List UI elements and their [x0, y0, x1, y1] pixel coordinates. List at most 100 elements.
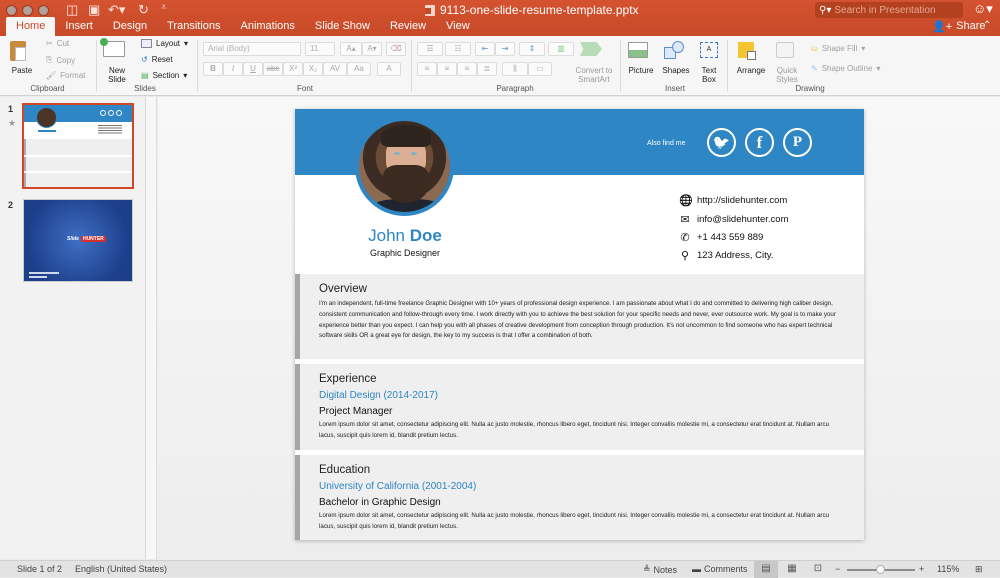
shape-outline-button[interactable]: ✎ Shape Outline ▾ — [811, 64, 880, 73]
zoom-window-button[interactable] — [38, 5, 49, 16]
tab-view[interactable]: View — [436, 17, 480, 36]
comments-button[interactable]: ▬ Comments — [692, 564, 748, 574]
twitter-icon[interactable]: 🐦 — [707, 128, 736, 157]
tab-review[interactable]: Review — [380, 17, 436, 36]
shape-fill-button[interactable]: ⛀ Shape Fill ▾ — [811, 44, 865, 53]
language-indicator[interactable]: English (United States) — [75, 564, 167, 574]
pptx-file-icon — [425, 4, 435, 16]
convert-to-smartart-button[interactable]: Convert to SmartArt — [570, 66, 618, 84]
decrease-indent-button[interactable]: ⇤ — [475, 42, 495, 56]
pinterest-icon[interactable]: P — [783, 128, 812, 157]
slide-thumbnail-1[interactable] — [22, 103, 134, 189]
customize-toolbar-icon[interactable]: ⩡ — [161, 2, 167, 13]
arrange-button[interactable]: Arrange — [733, 66, 769, 75]
email-icon: ✉ — [680, 214, 690, 226]
tab-insert[interactable]: Insert — [55, 17, 103, 36]
superscript-button[interactable]: X² — [283, 62, 303, 76]
cut-button[interactable]: ✂ Cut — [46, 39, 69, 48]
slide-1[interactable]: Also find me 🐦 f P John Doe Graphic Desi… — [295, 109, 864, 540]
paste-button[interactable]: Paste — [8, 66, 36, 75]
font-size-select[interactable]: 11 — [305, 42, 335, 56]
share-button[interactable]: 👤+ Share — [932, 20, 985, 33]
zoom-out-button[interactable]: − — [835, 564, 840, 574]
experience-title: Experience — [319, 373, 377, 385]
columns-icon: ▥ — [557, 44, 565, 53]
character-spacing-button[interactable]: AV — [323, 62, 347, 76]
photo-eye — [394, 152, 400, 155]
thumbnail-number: 2 — [8, 200, 14, 210]
address-text: 123 Address, City. — [697, 250, 774, 261]
text-box-button[interactable]: Text Box — [696, 66, 722, 84]
normal-view-button[interactable]: ▤ — [754, 561, 778, 578]
strikethrough-button[interactable]: abc — [263, 62, 283, 76]
new-slide-button[interactable]: New Slide — [102, 66, 132, 84]
clear-formatting-button[interactable]: ⌫ — [386, 42, 406, 56]
slides-group-label: Slides — [134, 84, 156, 93]
bullets-button[interactable]: ☰ — [417, 42, 443, 56]
sidebar-toggle-icon[interactable]: ◫ — [66, 2, 78, 18]
align-right-button[interactable]: ≡ — [457, 62, 477, 76]
facebook-icon[interactable]: f — [745, 128, 774, 157]
font-color-button[interactable]: A — [377, 62, 401, 76]
education-degree: Bachelor in Graphic Design — [319, 497, 441, 508]
subscript-button[interactable]: X₂ — [303, 62, 323, 76]
feedback-smiley-icon[interactable]: ☺▾ — [973, 1, 993, 17]
text-direction-button[interactable]: ⫼ — [502, 62, 528, 76]
minimize-window-button[interactable] — [22, 5, 33, 16]
notes-icon: ≜ — [643, 564, 651, 574]
save-icon[interactable]: ▣ — [88, 2, 100, 18]
layout-button[interactable]: Layout ▾ — [141, 39, 188, 48]
columns-button[interactable]: ▥ — [548, 42, 574, 56]
reset-button[interactable]: ↺ Reset — [141, 55, 173, 64]
quick-styles-button[interactable]: Quick Styles — [772, 66, 802, 84]
redo-icon[interactable]: ↻ — [138, 2, 149, 18]
search-input[interactable]: ⚲▾ Search in Presentation — [815, 2, 963, 18]
zoom-level[interactable]: 115% — [937, 564, 959, 574]
zoom-in-button[interactable]: + — [919, 564, 924, 574]
tab-design[interactable]: Design — [103, 17, 157, 36]
thumb-footer-line — [29, 276, 47, 278]
increase-indent-button[interactable]: ⇥ — [495, 42, 515, 56]
quick-styles-label-1: Quick — [776, 66, 798, 75]
bold-button[interactable]: B — [203, 62, 223, 76]
collapse-ribbon-icon[interactable]: ⌃ — [983, 20, 991, 31]
thumb-social — [100, 110, 106, 116]
shapes-button[interactable]: Shapes — [660, 66, 692, 75]
align-center-button[interactable]: ≡ — [437, 62, 457, 76]
copy-icon: ⎘ — [46, 55, 53, 64]
slide-thumbnail-2[interactable]: Slide HUNTER — [23, 199, 133, 282]
tab-transitions[interactable]: Transitions — [157, 17, 230, 36]
thumb-avatar — [36, 107, 57, 128]
align-text-button[interactable]: ▭ — [528, 62, 552, 76]
line-spacing-button[interactable]: ⇕ — [519, 42, 545, 56]
font-family-select[interactable]: Arial (Body) — [203, 42, 301, 56]
justify-button[interactable]: ≣ — [477, 62, 497, 76]
experience-role: Project Manager — [319, 406, 393, 417]
presenter-view-button[interactable]: ⊡ — [806, 561, 830, 578]
align-left-button[interactable]: ≡ — [417, 62, 437, 76]
zoom-slider-thumb[interactable] — [876, 565, 885, 574]
shrink-font-button[interactable]: A▾ — [362, 42, 382, 56]
reset-label: Reset — [151, 55, 173, 64]
underline-button[interactable]: U — [243, 62, 263, 76]
fit-to-window-icon[interactable]: ⊞ — [975, 564, 983, 575]
close-window-button[interactable] — [6, 5, 17, 16]
italic-button[interactable]: I — [223, 62, 243, 76]
first-name: John — [368, 226, 405, 245]
profile-photo[interactable] — [355, 117, 454, 216]
tab-home[interactable]: Home — [6, 17, 56, 36]
format-painter-button[interactable]: 🖌 Format — [46, 71, 86, 80]
section-button[interactable]: ▤ Section ▾ — [141, 71, 187, 80]
tab-animations[interactable]: Animations — [231, 17, 305, 36]
undo-icon[interactable]: ↶▾ — [108, 2, 125, 18]
notes-button[interactable]: ≜ Notes — [643, 564, 677, 575]
thumbnails-scrollbar[interactable] — [146, 97, 157, 559]
slide-sorter-button[interactable]: ▦ — [780, 561, 804, 578]
numbering-button[interactable]: ☷ — [445, 42, 471, 56]
tab-slide-show[interactable]: Slide Show — [305, 17, 380, 36]
change-case-button[interactable]: Aa — [347, 62, 371, 76]
email-text: info@slidehunter.com — [697, 214, 789, 225]
grow-font-button[interactable]: A▴ — [340, 42, 362, 56]
copy-button[interactable]: ⎘ Copy — [46, 55, 75, 65]
picture-button[interactable]: Picture — [625, 66, 657, 75]
